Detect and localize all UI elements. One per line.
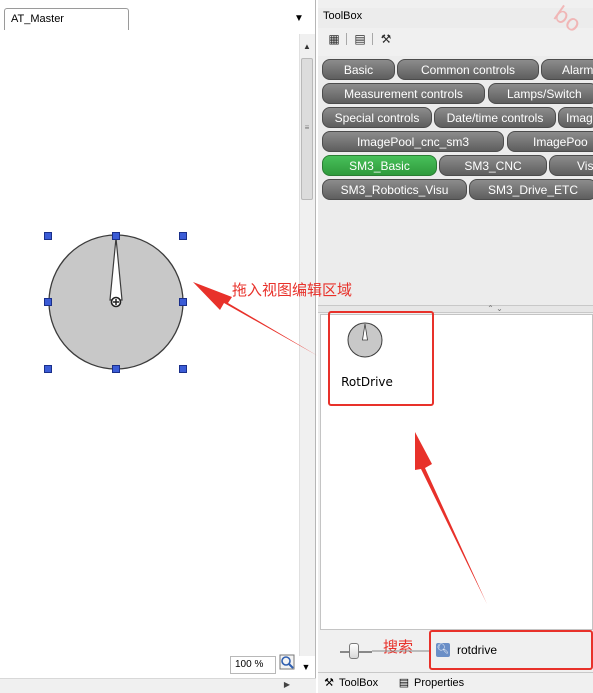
scroll-right-arrow-icon[interactable]: ▶ <box>280 680 294 692</box>
rotdrive-element-on-canvas[interactable] <box>38 226 198 386</box>
search-input[interactable] <box>455 640 593 660</box>
selection-handle[interactable] <box>44 298 52 306</box>
category-common-controls[interactable]: Common controls <box>397 59 539 80</box>
splitter-grip-icon: ⌃ ⌄ <box>487 304 503 313</box>
watermark-logo: bo <box>549 2 586 38</box>
hammer-icon: ⚒ <box>324 677 334 690</box>
toolbar-separator <box>372 33 373 45</box>
tab-toolbox[interactable]: ⚒ ToolBox <box>322 673 378 693</box>
category-sm3-cnc[interactable]: SM3_CNC <box>439 155 547 176</box>
rotdrive-gauge-icon <box>48 234 184 370</box>
category-imagepool[interactable]: ImagePoo <box>507 131 593 152</box>
category-sm3-drive-etc[interactable]: SM3_Drive_ETC <box>469 179 593 200</box>
tab-properties[interactable]: ▤ Properties <box>397 673 464 693</box>
category-datetime-controls[interactable]: Date/time controls <box>434 107 556 128</box>
svg-text:bo: bo <box>549 2 586 38</box>
zoom-combobox[interactable]: 100 % <box>230 656 276 674</box>
selection-handle[interactable] <box>112 232 120 240</box>
selection-handle[interactable] <box>112 365 120 373</box>
selection-handle[interactable] <box>179 298 187 306</box>
search-icon: 🔍︎ <box>436 643 450 657</box>
toolbox-tool-icon[interactable]: ⚒ <box>378 30 394 48</box>
rotdrive-gauge-icon[interactable] <box>344 318 386 360</box>
editor-tab-bar: AT_Master ▼ <box>0 8 316 30</box>
category-sm3-robotics-visu[interactable]: SM3_Robotics_Visu <box>322 179 467 200</box>
selection-handle[interactable] <box>44 365 52 373</box>
category-basic[interactable]: Basic <box>322 59 395 80</box>
annotation-drag-hint: 拖入视图编辑区域 <box>232 281 353 299</box>
scroll-up-arrow-icon[interactable]: ▲ <box>299 40 315 54</box>
document-tab[interactable]: AT_Master <box>4 8 129 30</box>
category-sm3-basic[interactable]: SM3_Basic <box>322 155 437 176</box>
selection-handle[interactable] <box>179 365 187 373</box>
grip-icon: ≡ <box>304 123 310 132</box>
toolbox-item-label: RotDrive <box>341 375 393 389</box>
chevron-down-icon[interactable]: ▼ <box>299 660 313 674</box>
zoom-magnifier-icon <box>279 654 295 670</box>
zoom-magnifier-icon[interactable] <box>279 654 297 674</box>
category-alarm[interactable]: Alarm <box>541 59 593 80</box>
annotation-search-hint: 搜索 <box>383 638 414 656</box>
tab-toolbox-label: ToolBox <box>339 677 379 689</box>
category-measurement-controls[interactable]: Measurement controls <box>322 83 485 104</box>
toolbar-separator <box>346 33 347 45</box>
tab-properties-label: Properties <box>414 677 465 689</box>
chevron-down-icon[interactable]: ▼ <box>292 12 306 26</box>
selection-handle[interactable] <box>179 232 187 240</box>
selection-handle[interactable] <box>44 232 52 240</box>
grid-view-icon[interactable]: ▦ <box>326 30 342 48</box>
properties-icon: ▤ <box>398 677 410 690</box>
editor-horizontal-scrollbar[interactable] <box>0 678 316 693</box>
icon-size-slider-thumb[interactable] <box>349 643 359 659</box>
rotdrive-gauge-icon <box>347 322 383 358</box>
category-image[interactable]: Imag <box>558 107 593 128</box>
list-view-icon[interactable]: ▤ <box>352 30 368 48</box>
category-visu[interactable]: Vis <box>549 155 593 176</box>
category-special-controls[interactable]: Special controls <box>322 107 432 128</box>
category-lamps-switches[interactable]: Lamps/Switch <box>488 83 593 104</box>
category-imagepool-cnc-sm3[interactable]: ImagePool_cnc_sm3 <box>322 131 504 152</box>
